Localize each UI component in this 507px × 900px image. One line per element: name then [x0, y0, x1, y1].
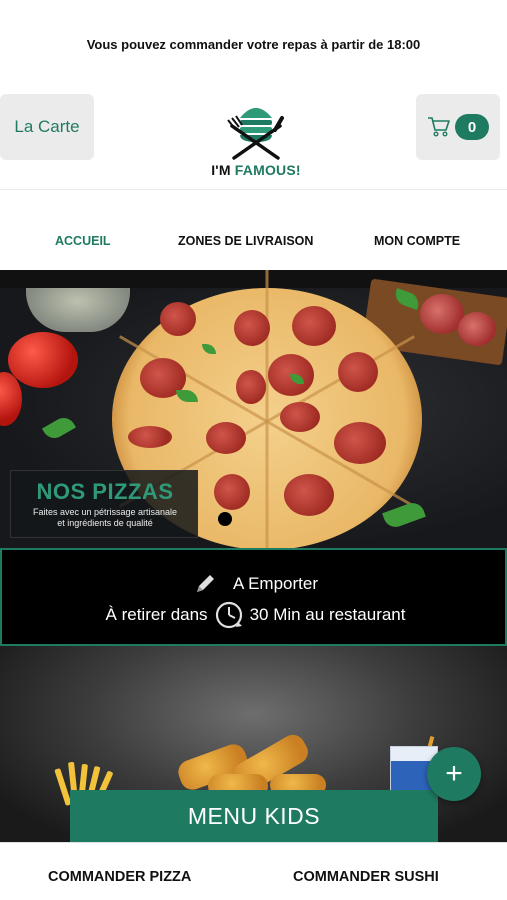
pizza-slice-line	[265, 270, 269, 422]
add-fab-button[interactable]: +	[427, 747, 481, 801]
pencil-icon	[196, 575, 214, 592]
main-nav: ACCUEIL ZONES DE LIVRAISON MON COMPTE	[0, 212, 507, 270]
pizza-banner-subtitle-line1: Faites avec un pétrissage artisanale	[32, 507, 178, 517]
order-time-notice: Vous pouvez commander votre repas à part…	[0, 0, 507, 88]
pepperoni	[292, 306, 336, 346]
salami-image	[458, 312, 496, 346]
menu-button-label: La Carte	[14, 117, 80, 136]
menu-kids-label: MENU KIDS	[187, 802, 321, 829]
nav-item-accueil[interactable]: ACCUEIL	[55, 234, 111, 248]
pepperoni	[160, 302, 196, 336]
plus-icon: +	[445, 757, 463, 790]
menu-kids-button[interactable]: MENU KIDS	[70, 790, 438, 842]
logo[interactable]: I'M FAMOUS!	[208, 96, 304, 186]
header: La Carte I'M FAMOUS! 0	[0, 88, 507, 190]
nav-item-zones-de-livraison[interactable]: ZONES DE LIVRAISON	[178, 234, 313, 248]
pepperoni	[338, 352, 378, 392]
clock-icon	[215, 601, 242, 629]
banner-dot	[218, 512, 232, 526]
order-mode-panel[interactable]: A Emporter À retirer dans 30 Min au rest…	[0, 548, 507, 646]
menu-button[interactable]: La Carte	[0, 94, 94, 160]
pepperoni	[206, 422, 246, 454]
cart-button[interactable]: 0	[416, 94, 500, 160]
nav-item-mon-compte[interactable]: MON COMPTE	[374, 234, 460, 248]
tomato-image	[8, 332, 78, 388]
pepperoni	[284, 474, 334, 516]
logo-text-bang: !	[295, 162, 301, 178]
menu-kids-banner[interactable]: MENU KIDS	[0, 646, 507, 842]
pepperoni	[214, 474, 250, 510]
logo-burger-icon	[227, 108, 284, 160]
pickup-time: 30 Min au restaurant	[249, 605, 406, 624]
pizza-banner-label: NOS PIZZAS Faites avec un pétrissage art…	[10, 470, 198, 538]
pickup-prefix: À retirer dans	[105, 605, 208, 624]
order-pizza-button[interactable]: COMMANDER PIZZA	[48, 869, 191, 885]
logo-text-famous: FAMOUS	[234, 162, 296, 178]
logo-text: I'M FAMOUS!	[211, 162, 301, 178]
order-mode-label: A Emporter	[232, 574, 319, 593]
order-sushi-button[interactable]: COMMANDER SUSHI	[293, 869, 439, 885]
pepperoni	[334, 422, 386, 464]
order-time-notice-text: Vous pouvez commander votre repas à part…	[86, 36, 421, 52]
order-mode-row: A Emporter	[2, 572, 507, 596]
bottom-order-bar: COMMANDER PIZZA COMMANDER SUSHI	[0, 842, 507, 900]
pizza-banner[interactable]: NOS PIZZAS Faites avec un pétrissage art…	[0, 270, 507, 548]
pepperoni	[234, 310, 270, 346]
pizza-banner-title: NOS PIZZAS	[36, 479, 174, 504]
pepperoni	[128, 426, 172, 448]
cart-count-badge: 0	[455, 114, 489, 140]
pepperoni	[236, 370, 266, 404]
logo-text-im: I'M	[211, 162, 235, 178]
pickup-time-row: À retirer dans 30 Min au restaurant	[2, 600, 507, 630]
pizza-banner-subtitle: Faites avec un pétrissage artisanale et …	[11, 507, 199, 529]
cart-icon	[428, 117, 450, 137]
pizza-slice-line	[265, 421, 269, 548]
pepperoni	[280, 402, 320, 432]
pizza-banner-subtitle-line2: et ingrédients de qualité	[57, 518, 153, 528]
